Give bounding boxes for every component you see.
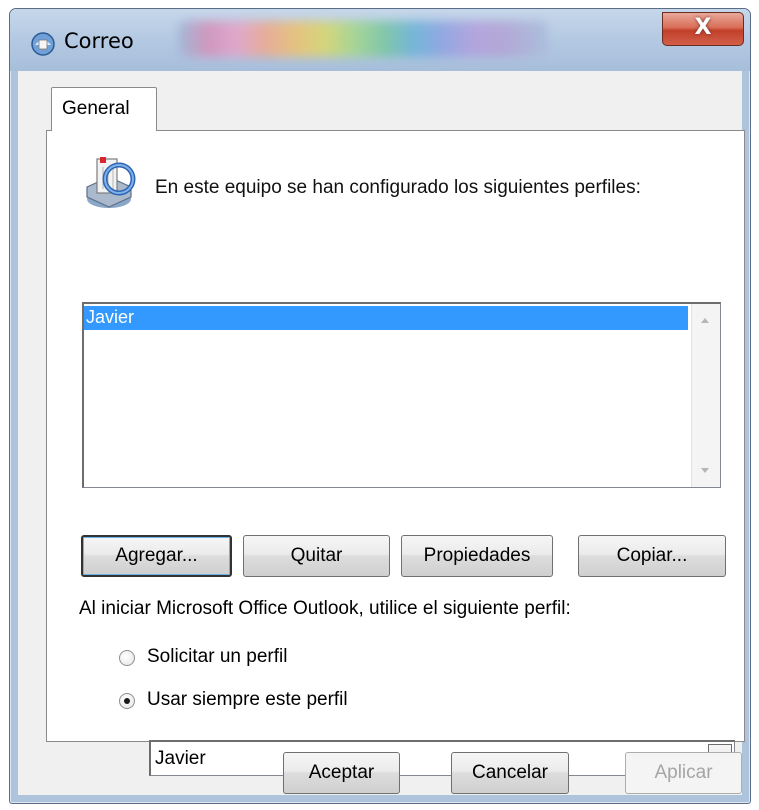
- add-profile-button[interactable]: Agregar...: [81, 535, 232, 577]
- close-button[interactable]: X: [662, 12, 744, 46]
- prompt-profile-label: Solicitar un perfil: [147, 646, 288, 667]
- list-item[interactable]: Javier: [84, 306, 688, 330]
- profile-select-value: Javier: [155, 748, 206, 769]
- always-use-profile-label: Usar siempre este perfil: [147, 689, 348, 710]
- profiles-listbox[interactable]: Javier: [82, 302, 721, 488]
- close-icon: X: [694, 15, 712, 40]
- profiles-intro-text: En este equipo se han configurado los si…: [155, 177, 641, 198]
- window-title: Correo: [64, 29, 134, 53]
- ok-button[interactable]: Aceptar: [283, 752, 400, 794]
- dialog-client-area: General En este equipo se han configurad…: [18, 71, 745, 795]
- vertical-scrollbar[interactable]: [691, 304, 720, 487]
- mail-dialog-window: Correo X General En este equipo se han c…: [9, 8, 751, 804]
- always-use-profile-radio[interactable]: [119, 693, 135, 709]
- title-bar[interactable]: Correo X: [10, 9, 750, 71]
- apply-button[interactable]: Aplicar: [625, 752, 742, 794]
- tab-general-label: General: [62, 98, 130, 119]
- remove-profile-button[interactable]: Quitar: [243, 535, 390, 577]
- prompt-profile-radio[interactable]: [119, 650, 135, 666]
- scroll-up-icon[interactable]: [701, 318, 709, 323]
- tab-general[interactable]: General: [51, 87, 157, 131]
- cancel-button[interactable]: Cancelar: [451, 752, 569, 794]
- properties-button[interactable]: Propiedades: [401, 535, 553, 577]
- mail-profile-icon: [31, 32, 55, 56]
- scroll-down-icon[interactable]: [701, 468, 709, 473]
- title-bar-decoration: [178, 21, 548, 57]
- startup-profile-label: Al iniciar Microsoft Office Outlook, uti…: [79, 598, 571, 619]
- mail-profiles-icon: [86, 157, 136, 208]
- general-tab-panel: En este equipo se han configurado los si…: [46, 130, 745, 776]
- copy-profile-button[interactable]: Copiar...: [578, 535, 726, 577]
